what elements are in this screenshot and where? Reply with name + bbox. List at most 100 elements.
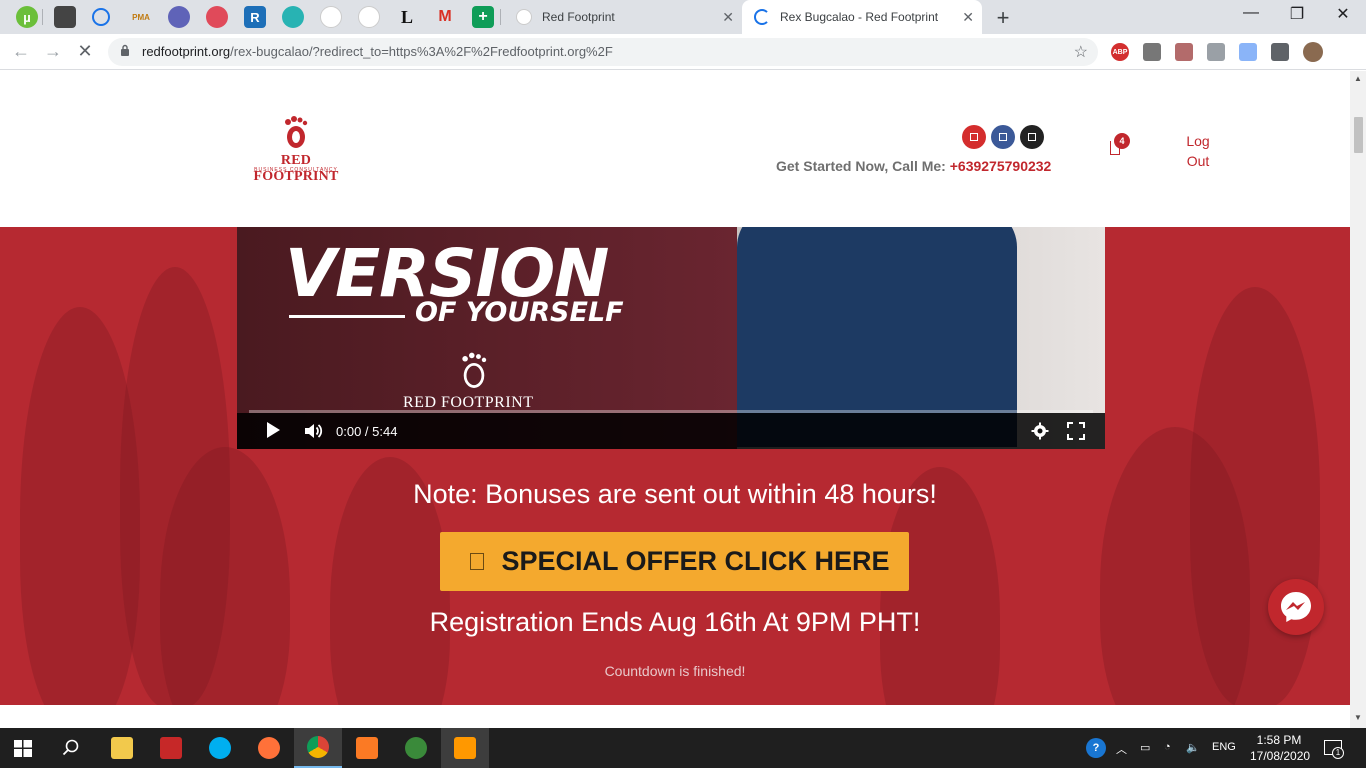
lock-icon (121, 44, 129, 56)
social-icon-3[interactable] (1020, 125, 1044, 149)
minimize-button[interactable]: — (1228, 4, 1274, 22)
video-controls: 0:00 / 5:44 (237, 413, 1105, 449)
filezilla-icon[interactable] (147, 728, 195, 768)
media-icon[interactable] (54, 6, 76, 28)
forward-button[interactable]: → (42, 41, 64, 62)
sublime-icon[interactable] (441, 728, 489, 768)
close-window-button[interactable]: ✕ (1320, 4, 1366, 24)
photos-icon[interactable] (392, 728, 440, 768)
web-page: RED FOOTPRINT BUSINESS CONSULTANCY Get S… (0, 71, 1350, 705)
video-subheadline: OF YOURSELF (415, 297, 624, 328)
call-me-text: Get Started Now, Call Me: +639275790232 (776, 158, 1051, 174)
bonus-note: Note: Bonuses are sent out within 48 hou… (413, 479, 937, 509)
adblock-icon[interactable]: ABP (1111, 43, 1129, 61)
special-offer-label: SPECIAL OFFER CLICK HERE (501, 546, 890, 576)
file-explorer-icon[interactable] (98, 728, 146, 768)
tab-title: Rex Bugcalao - Red Footprint (780, 10, 939, 24)
countdown-text: Countdown is finished! (604, 663, 746, 679)
back-button[interactable]: ← (10, 41, 32, 62)
profile-avatar[interactable] (1303, 42, 1323, 62)
tab-title: Red Footprint (542, 10, 615, 24)
new-tab-button[interactable]: + (992, 5, 1014, 31)
volume-icon[interactable] (303, 421, 323, 441)
feed-icon[interactable] (92, 8, 110, 26)
wifi-icon[interactable]: ◔ (1164, 741, 1171, 753)
logo-subtitle: BUSINESS CONSULTANCY (254, 167, 338, 173)
tab-separator (42, 9, 43, 25)
windows-start-icon[interactable] (14, 740, 32, 757)
tray-chevron-icon[interactable]: ︿ (1116, 741, 1127, 757)
chrome-icon[interactable] (294, 728, 342, 768)
task-site-icon[interactable] (282, 6, 304, 28)
video-time: 0:00 / 5:44 (336, 424, 398, 439)
logout-line-1: Log (1186, 133, 1210, 149)
help-icon[interactable]: ? (1086, 738, 1106, 758)
download-alt-icon[interactable] (1239, 43, 1257, 61)
special-offer-button[interactable]: SPECIAL OFFER CLICK HERE (440, 532, 909, 591)
close-tab-icon[interactable]: ✕ (962, 9, 974, 26)
messenger-chat-button[interactable] (1268, 579, 1324, 635)
logout-link[interactable]: Log Out (1180, 131, 1216, 171)
social-icon-1[interactable] (962, 125, 986, 149)
clock-date: 17/08/2020 (1250, 749, 1311, 763)
redfootprint-site-icon-2[interactable] (358, 6, 380, 28)
bookmark-star-icon[interactable]: ☆ (1074, 42, 1088, 62)
restore-button[interactable]: ❐ (1274, 4, 1320, 24)
download-icon[interactable] (1207, 43, 1225, 61)
firefox-icon[interactable] (245, 728, 293, 768)
settings-site-icon[interactable] (168, 6, 190, 28)
cart-count-badge: 4 (1114, 133, 1130, 149)
call-label: Get Started Now, Call Me: (776, 158, 950, 174)
video-footprint-icon (462, 352, 487, 388)
phone-link[interactable]: +639275790232 (950, 158, 1052, 174)
tab-separator (500, 9, 501, 25)
sheets-icon[interactable]: + (472, 6, 494, 28)
video-divider (289, 315, 405, 318)
tab-red-footprint[interactable]: Red Footprint ✕ (506, 0, 742, 34)
browser-toolbar: ← → ✕ redfootprint.org/rex-bugcalao/?red… (0, 34, 1366, 70)
puzzle-icon[interactable] (1271, 43, 1289, 61)
windows-taskbar: ? ︿ ▭ ◔ 🔈 ENG 1:58 PM 17/08/2020 1 (0, 728, 1366, 768)
video-player[interactable]: VERSION OF YOURSELF RED FOOTPRINT 0:00 / (237, 227, 1105, 449)
r-site-icon[interactable]: R (244, 6, 266, 28)
url-path: /rex-bugcalao/?redirect_to=https%3A%2F%2… (230, 44, 613, 59)
url-host: redfootprint.org (142, 44, 231, 59)
social-icon-2[interactable] (991, 125, 1015, 149)
tab-rex-bugcalao[interactable]: Rex Bugcalao - Red Footprint ✕ (742, 0, 982, 34)
site-header: RED FOOTPRINT BUSINESS CONSULTANCY Get S… (0, 71, 1350, 227)
loading-spinner-icon (754, 9, 770, 25)
messenger-icon (1281, 592, 1311, 622)
search-icon[interactable] (62, 739, 80, 757)
settings-gear-icon[interactable] (1031, 422, 1049, 440)
stop-loading-button[interactable]: ✕ (74, 41, 96, 62)
address-bar[interactable]: redfootprint.org/rex-bugcalao/?redirect_… (108, 38, 1098, 66)
scroll-down-arrow-icon[interactable]: ▼ (1354, 713, 1362, 722)
scroll-up-arrow-icon[interactable]: ▲ (1354, 74, 1362, 83)
play-icon[interactable] (267, 422, 280, 438)
language-indicator[interactable]: ENG (1212, 741, 1236, 753)
logout-line-2: Out (1186, 153, 1210, 169)
notification-count-badge: 1 (1332, 747, 1344, 759)
system-clock[interactable]: 1:58 PM 17/08/2020 (1250, 732, 1311, 764)
eyedropper-icon[interactable] (1143, 43, 1161, 61)
clock-time: 1:58 PM (1256, 733, 1302, 747)
close-tab-icon[interactable]: ✕ (722, 9, 734, 26)
pma-icon[interactable]: PMA (130, 6, 152, 28)
xampp-icon[interactable] (343, 728, 391, 768)
pdf-icon[interactable] (1175, 43, 1193, 61)
site-logo[interactable]: RED FOOTPRINT BUSINESS CONSULTANCY (238, 115, 354, 184)
redfootprint-site-icon[interactable] (320, 6, 342, 28)
scrollbar-thumb[interactable] (1354, 117, 1363, 153)
l-site-icon[interactable]: L (396, 6, 418, 28)
registration-deadline: Registration Ends Aug 16th At 9PM PHT! (429, 607, 921, 637)
fullscreen-icon[interactable] (1067, 422, 1085, 440)
volume-tray-icon[interactable]: 🔈 (1186, 741, 1200, 754)
battery-icon[interactable]: ▭ (1140, 741, 1150, 754)
skype-icon[interactable] (196, 728, 244, 768)
redfootprint-favicon (516, 9, 532, 25)
utorrent-icon[interactable]: µ (16, 6, 38, 28)
page-scrollbar[interactable]: ▲ ▼ (1350, 71, 1366, 728)
hero-section: VERSION OF YOURSELF RED FOOTPRINT 0:00 / (0, 227, 1350, 705)
heart-site-icon[interactable] (206, 6, 228, 28)
gmail-icon[interactable]: M (434, 6, 456, 28)
